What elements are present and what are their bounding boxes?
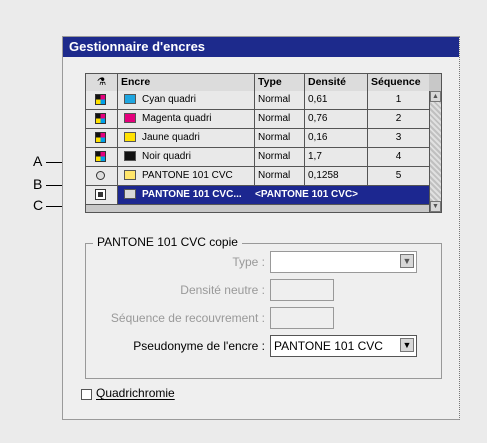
- ink-swatch: [124, 189, 136, 200]
- process-cmyk-icon: [95, 94, 106, 105]
- row-icon-cell[interactable]: [86, 186, 118, 204]
- ink-table: ⚗ Encre Type Densité Séquence Cyan quadr…: [85, 73, 442, 213]
- ink-name: Cyan quadri: [142, 94, 196, 105]
- callout-c: C: [33, 197, 44, 213]
- ink-alias-label: Pseudonyme de l'encre :: [133, 339, 265, 353]
- ink-cell: Noir quadri: [118, 148, 255, 166]
- spot-ink-icon: [96, 171, 105, 180]
- callout-b: B: [33, 176, 43, 192]
- callout-a: A: [33, 153, 43, 169]
- table-row[interactable]: Jaune quadri Normal 0,16 3: [86, 129, 429, 148]
- ink-cell: Jaune quadri: [118, 129, 255, 147]
- ink-cell: Magenta quadri: [118, 110, 255, 128]
- density-cell: 1,7: [305, 148, 368, 166]
- ink-name: Noir quadri: [142, 151, 191, 162]
- sequence-cell: 3: [395, 132, 402, 143]
- table-header: ⚗ Encre Type Densité Séquence: [86, 74, 429, 92]
- process-cmyk-icon: [95, 151, 106, 162]
- density-cell: 0,1258: [305, 167, 368, 185]
- scroll-down-button[interactable]: ▼: [430, 201, 441, 212]
- sequence-cell: 5: [395, 170, 402, 181]
- chevron-down-icon: ▼: [400, 254, 414, 268]
- row-icon-cell[interactable]: [86, 110, 118, 128]
- table-scrollbar[interactable]: ▲ ▼: [429, 91, 441, 212]
- header-density[interactable]: Densité: [305, 74, 368, 91]
- ink-name: Magenta quadri: [142, 113, 212, 124]
- process-cmyk-icon: [95, 113, 106, 124]
- type-select[interactable]: ▼: [270, 251, 417, 273]
- ink-alias-icon: [95, 189, 106, 200]
- process-cmyk-icon: [95, 132, 106, 143]
- row-icon-cell[interactable]: [86, 167, 118, 185]
- trap-sequence-field[interactable]: [270, 307, 334, 329]
- ink-swatch: [124, 132, 136, 143]
- header-icon-column[interactable]: ⚗: [86, 74, 118, 91]
- row-icon-cell[interactable]: [86, 91, 118, 109]
- table-row[interactable]: PANTONE 101 CVC Normal 0,1258 5: [86, 167, 429, 186]
- ink-swatch: [124, 113, 136, 124]
- sequence-cell: 4: [395, 151, 402, 162]
- type-cell: Normal: [255, 129, 305, 147]
- ink-alias-value: PANTONE 101 CVC: [274, 339, 383, 353]
- ink-swatch: [124, 151, 136, 162]
- neutral-density-label: Densité neutre :: [180, 283, 265, 297]
- neutral-density-field[interactable]: [270, 279, 334, 301]
- row-icon-cell[interactable]: [86, 148, 118, 166]
- row-icon-cell[interactable]: [86, 129, 118, 147]
- type-cell: Normal: [255, 91, 305, 109]
- alias-target-cell: <PANTONE 101 CVC>: [255, 189, 359, 200]
- ink-name: Jaune quadri: [142, 132, 200, 143]
- header-ink[interactable]: Encre: [118, 74, 255, 91]
- process-colors-label[interactable]: Quadrichromie: [96, 386, 175, 400]
- group-title: PANTONE 101 CVC copie: [93, 235, 242, 249]
- header-sequence[interactable]: Séquence: [368, 74, 429, 91]
- density-cell: 0,61: [305, 91, 368, 109]
- density-cell: 0,16: [305, 129, 368, 147]
- type-cell: Normal: [255, 110, 305, 128]
- ink-name: PANTONE 101 CVC...: [142, 189, 242, 200]
- process-colors-checkbox[interactable]: [81, 389, 92, 400]
- ink-swatch: [124, 94, 136, 105]
- table-row-selected[interactable]: PANTONE 101 CVC... <PANTONE 101 CVC>: [86, 186, 429, 205]
- header-type[interactable]: Type: [255, 74, 305, 91]
- ink-cell: PANTONE 101 CVC...: [118, 186, 255, 204]
- ink-alias-select[interactable]: PANTONE 101 CVC ▼: [270, 335, 417, 357]
- type-cell: Normal: [255, 167, 305, 185]
- ink-manager-dialog: Gestionnaire d'encres ⚗ Encre Type Densi…: [62, 36, 460, 420]
- scroll-up-button[interactable]: ▲: [430, 91, 441, 102]
- ink-swatch: [124, 170, 136, 181]
- ink-cell: PANTONE 101 CVC: [118, 167, 255, 185]
- density-cell: 0,76: [305, 110, 368, 128]
- type-label: Type :: [232, 255, 265, 269]
- chevron-down-icon: ▼: [400, 338, 414, 352]
- table-row[interactable]: Magenta quadri Normal 0,76 2: [86, 110, 429, 129]
- dialog-title: Gestionnaire d'encres: [63, 37, 459, 57]
- table-row[interactable]: Noir quadri Normal 1,7 4: [86, 148, 429, 167]
- sequence-cell: 1: [395, 94, 402, 105]
- ink-cell: Cyan quadri: [118, 91, 255, 109]
- trap-sequence-label: Séquence de recouvrement :: [110, 311, 265, 325]
- ink-name: PANTONE 101 CVC: [142, 170, 233, 181]
- sequence-cell: 2: [395, 113, 402, 124]
- type-cell: Normal: [255, 148, 305, 166]
- table-row[interactable]: Cyan quadri Normal 0,61 1: [86, 91, 429, 110]
